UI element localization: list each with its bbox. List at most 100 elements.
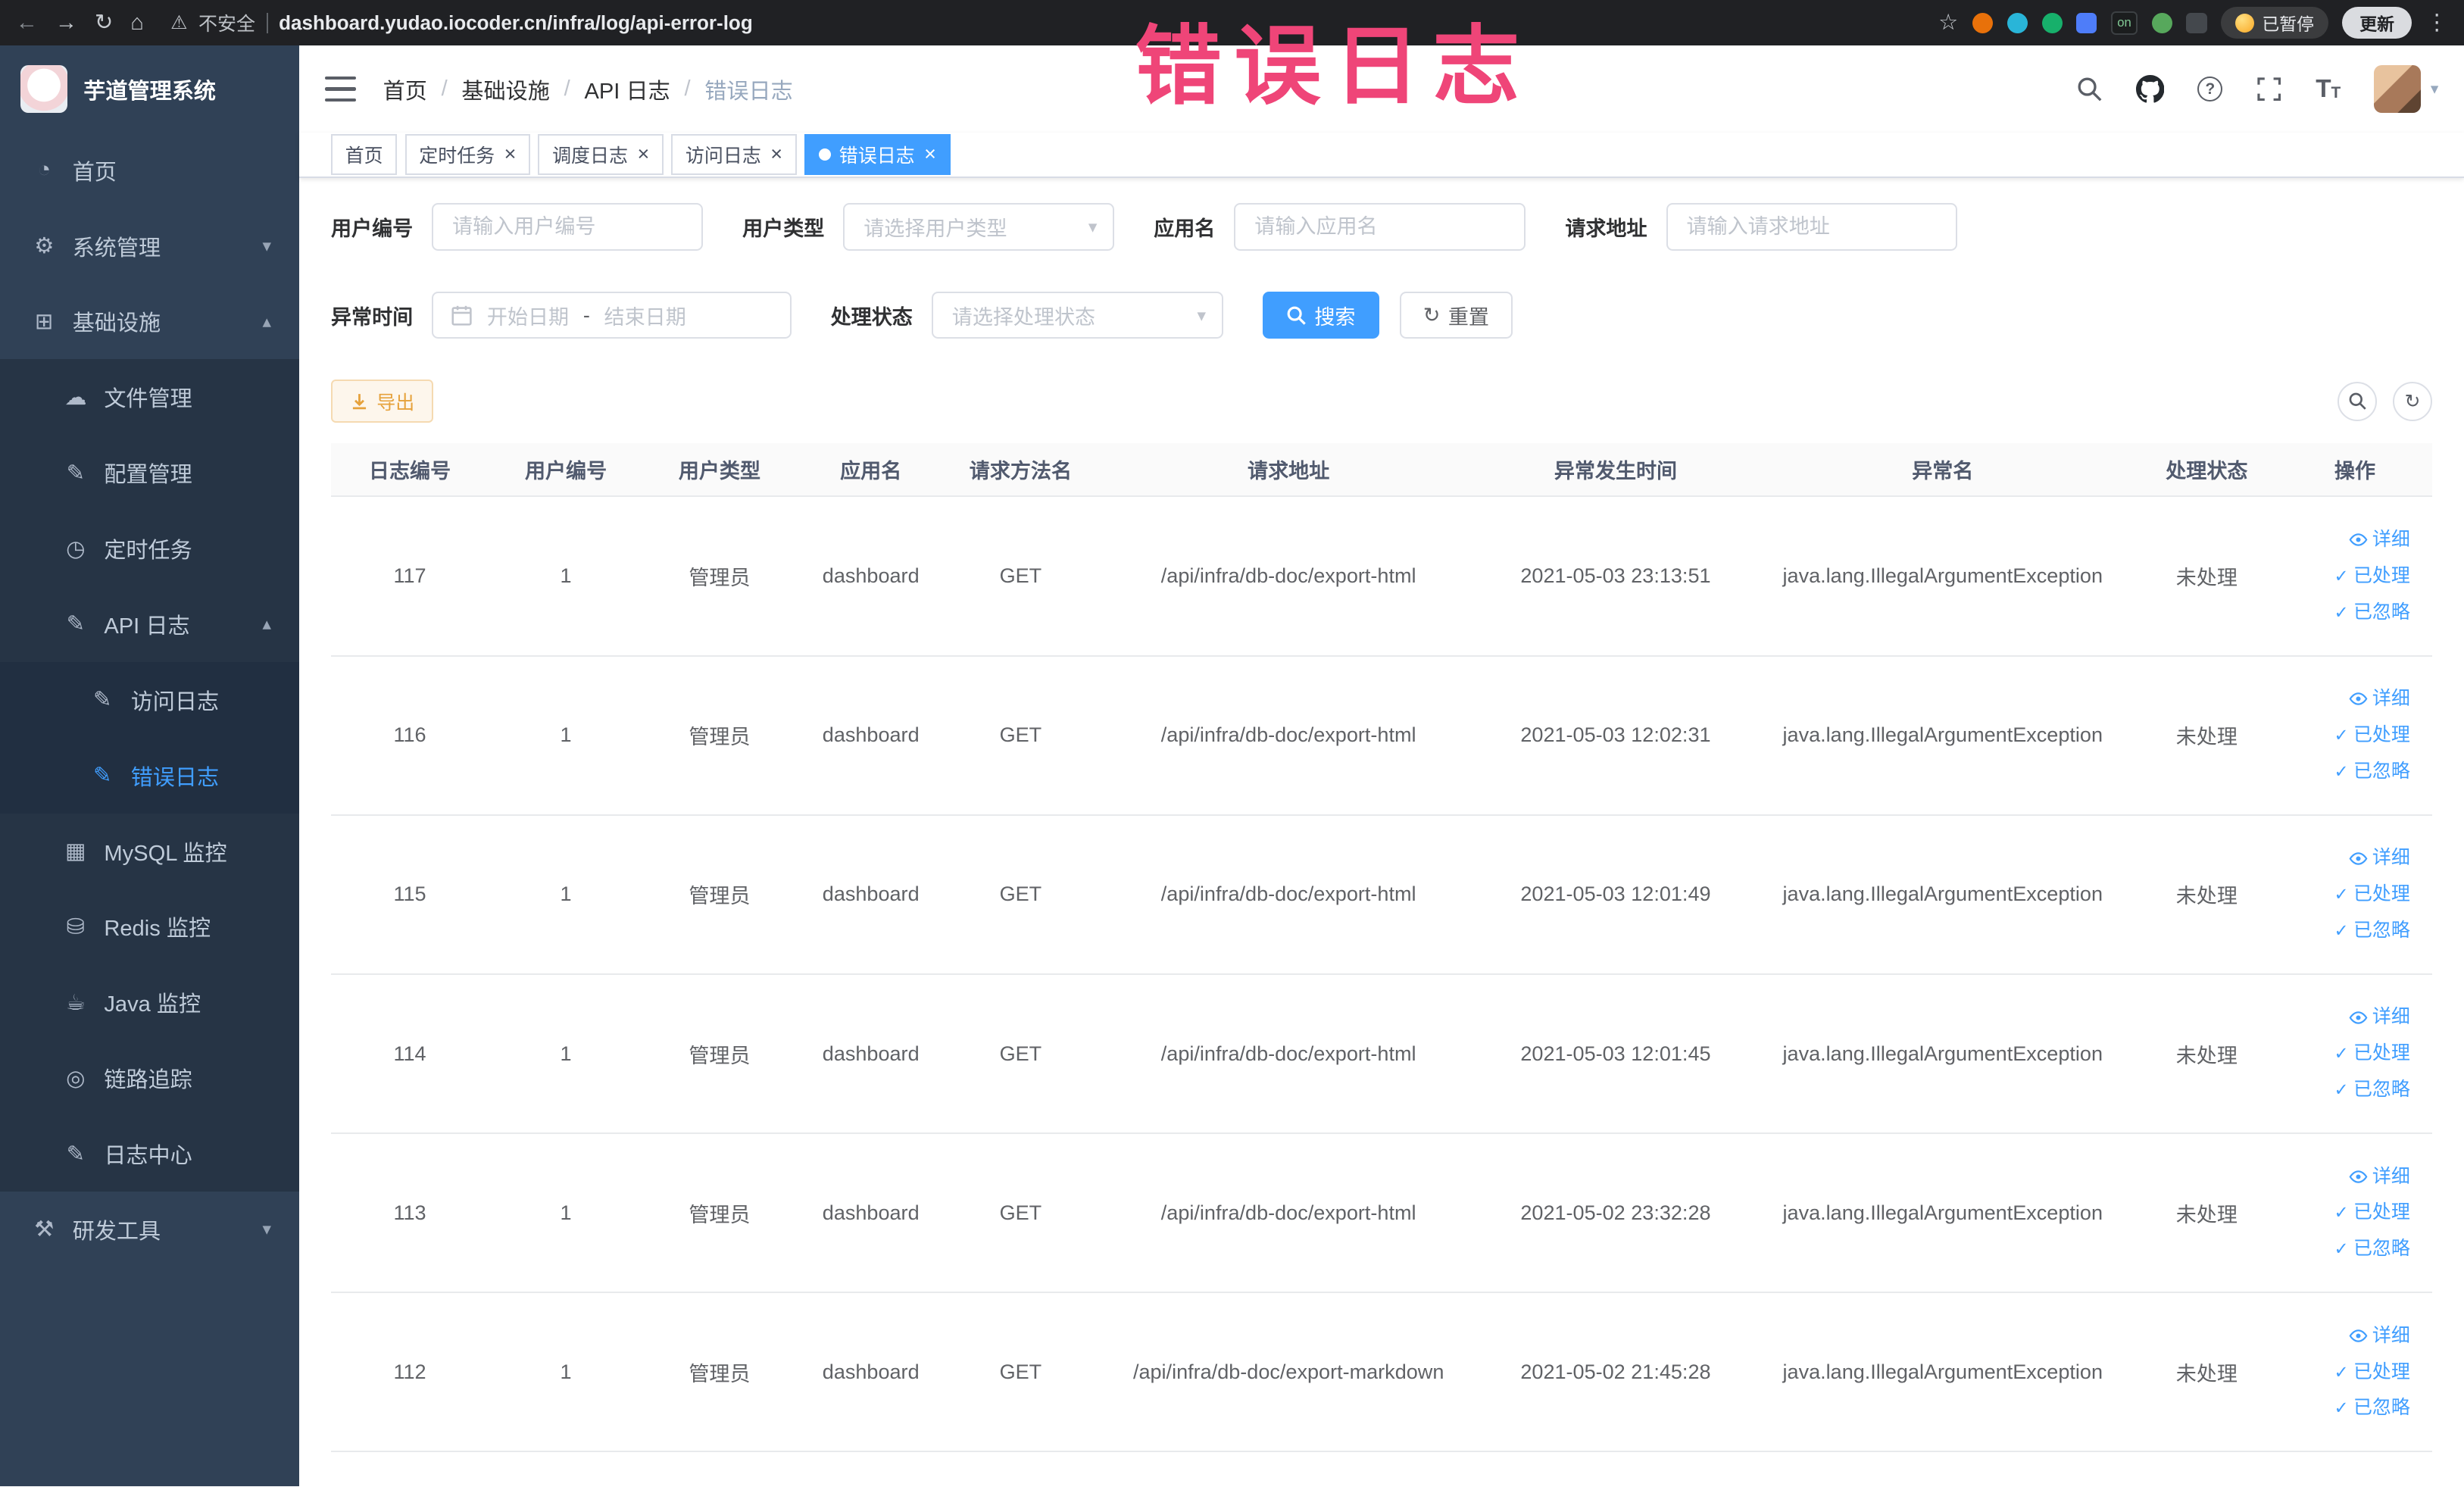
browser-update-button[interactable]: 更新 [2342,7,2412,39]
extension-icon-4[interactable] [2076,12,2097,33]
search-button[interactable]: 搜索 [1262,291,1379,339]
cell-user-type: 管理员 [643,1133,796,1294]
search-icon [1287,306,1306,325]
detail-link[interactable]: 详细 [2349,1320,2410,1352]
sidebar-item-scheduled-jobs[interactable]: ◷ 定时任务 [0,511,300,587]
app-logo[interactable]: 芋道管理系统 [0,45,299,132]
extension-icon-1[interactable] [1972,12,1994,33]
mark-processed-link[interactable]: ✓ 已处理 [2334,1197,2410,1229]
sidebar-item-home[interactable]: ◔ 首页 [0,133,299,208]
not-secure-label: 不安全 [198,14,255,36]
paused-badge[interactable]: 已暂停 [2221,7,2328,39]
browser-forward-icon[interactable]: → [55,11,77,34]
refresh-table-button[interactable]: ↻ [2392,381,2432,421]
extension-icon-2[interactable] [2006,12,2028,33]
cell-exception-time: 2021-05-02 21:45:28 [1482,1292,1750,1453]
cell-method: GET [945,496,1096,657]
cell-log-id: 113 [330,1133,489,1294]
breadcrumb-separator: / [564,77,570,102]
fullscreen-icon[interactable] [2256,76,2282,102]
cell-exception-time: 2021-05-03 12:02:31 [1482,655,1750,816]
help-icon[interactable]: ? [2197,76,2223,102]
sidebar-item-trace[interactable]: ◎ 链路追踪 [0,1040,300,1117]
reset-button[interactable]: ↻ 重置 [1399,291,1513,339]
sidebar-item-label: 系统管理 [72,236,161,261]
bookmark-star-icon[interactable]: ☆ [1938,11,1958,34]
breadcrumb-infrastructure[interactable]: 基础设施 [461,73,550,105]
browser-reload-icon[interactable]: ↻ [95,11,113,34]
sidebar-item-dev-tools[interactable]: ⚒ 研发工具 ▾ [0,1192,299,1267]
close-icon[interactable]: × [924,144,936,164]
cell-method: GET [945,973,1096,1135]
extension-icon-3[interactable] [2041,12,2063,33]
tab-schedule-log[interactable]: 调度日志 × [538,133,664,176]
mark-processed-link[interactable]: ✓ 已处理 [2334,879,2410,911]
browser-menu-icon[interactable]: ⋮ [2426,11,2448,34]
address-bar[interactable]: ⚠ 不安全 dashboard.yudao.iocoder.cn/infra/l… [170,9,753,36]
mark-ignored-link[interactable]: ✓ 已忽略 [2334,756,2410,788]
sidebar-item-access-log[interactable]: ✎ 访问日志 [0,661,300,738]
app-name-input[interactable] [1234,203,1526,251]
tab-access-log[interactable]: 访问日志 × [671,133,797,176]
mark-processed-link[interactable]: ✓ 已处理 [2334,1357,2410,1389]
detail-link[interactable]: 详细 [2349,842,2410,874]
mark-ignored-link[interactable]: ✓ 已忽略 [2334,1392,2410,1424]
sidebar-collapse-icon[interactable] [324,76,357,102]
user-type-select[interactable]: 请选择用户类型 ▾ [843,203,1115,251]
tab-error-log[interactable]: 错误日志 × [804,133,951,176]
detail-link[interactable]: 详细 [2349,1161,2410,1193]
mark-ignored-link[interactable]: ✓ 已忽略 [2334,915,2410,947]
mark-ignored-link[interactable]: ✓ 已忽略 [2334,1233,2410,1265]
sidebar-item-config-management[interactable]: ✎ 配置管理 [0,435,300,511]
user-avatar-menu[interactable]: ▾ [2373,65,2439,113]
sidebar-item-label: 首页 [72,160,117,185]
font-size-icon[interactable]: TT [2316,77,2341,102]
select-placeholder: 请选择用户类型 [863,217,1007,241]
detail-link[interactable]: 详细 [2349,683,2410,715]
tab-home[interactable]: 首页 [330,133,398,176]
sidebar-item-error-log[interactable]: ✎ 错误日志 [0,737,300,814]
mark-ignored-link[interactable]: ✓ 已忽略 [2334,597,2410,629]
url-text: dashboard.yudao.iocoder.cn/infra/log/api… [279,11,753,34]
mark-processed-link[interactable]: ✓ 已处理 [2334,1038,2410,1070]
browser-home-icon[interactable]: ⌂ [130,11,144,34]
breadcrumb-home[interactable]: 首页 [383,73,427,105]
sidebar-item-api-log[interactable]: ✎ API 日志 ▴ [0,586,300,662]
column-header-status: 处理状态 [2135,442,2278,498]
cell-actions: 详细 ✓ 已处理 ✓ 已忽略 [2277,973,2432,1135]
sidebar-item-infrastructure[interactable]: ⊞ 基础设施 ▴ [0,284,299,360]
sidebar-item-mysql-monitor[interactable]: ▦ MySQL 监控 [0,813,300,889]
sidebar-item-java-monitor[interactable]: ☕ Java 监控 [0,964,300,1041]
toggle-search-button[interactable] [2338,381,2378,421]
mark-ignored-link[interactable]: ✓ 已忽略 [2334,1074,2410,1106]
request-url-input[interactable] [1666,203,1958,251]
export-button[interactable]: 导出 [330,380,434,423]
close-icon[interactable]: × [637,144,649,164]
process-status-select[interactable]: 请选择处理状态 ▾ [931,291,1223,339]
extension-on-badge[interactable]: on [2111,11,2138,35]
detail-link[interactable]: 详细 [2349,1001,2410,1033]
browser-right-cluster: ☆ on 已暂停 更新 ⋮ [1938,7,2448,39]
tab-scheduled-jobs[interactable]: 定时任务 × [404,133,531,176]
user-id-input[interactable] [432,203,704,251]
breadcrumb-api-log[interactable]: API 日志 [584,73,670,105]
tab-label: 定时任务 [419,145,495,167]
redis-icon: ⛁ [66,914,86,939]
exception-time-range-picker[interactable]: 开始日期 - 结束日期 [432,291,792,339]
browser-back-icon[interactable]: ← [16,11,38,34]
sidebar-item-log-center[interactable]: ✎ 日志中心 [0,1116,300,1192]
close-icon[interactable]: × [504,144,517,164]
chevron-down-icon: ▾ [2430,80,2439,98]
extension-icon-6[interactable] [2151,12,2172,33]
sidebar-item-label: 配置管理 [104,463,192,488]
close-icon[interactable]: × [770,144,782,164]
github-icon[interactable] [2136,74,2165,103]
extension-icon-7[interactable] [2186,12,2207,33]
detail-link[interactable]: 详细 [2349,524,2410,556]
sidebar-item-file-management[interactable]: ☁ 文件管理 [0,359,300,436]
sidebar-item-redis-monitor[interactable]: ⛁ Redis 监控 [0,889,300,965]
sidebar-item-system-management[interactable]: ⚙ 系统管理 ▾ [0,208,299,284]
mark-processed-link[interactable]: ✓ 已处理 [2334,720,2410,751]
search-icon[interactable] [2076,76,2103,102]
mark-processed-link[interactable]: ✓ 已处理 [2334,561,2410,592]
